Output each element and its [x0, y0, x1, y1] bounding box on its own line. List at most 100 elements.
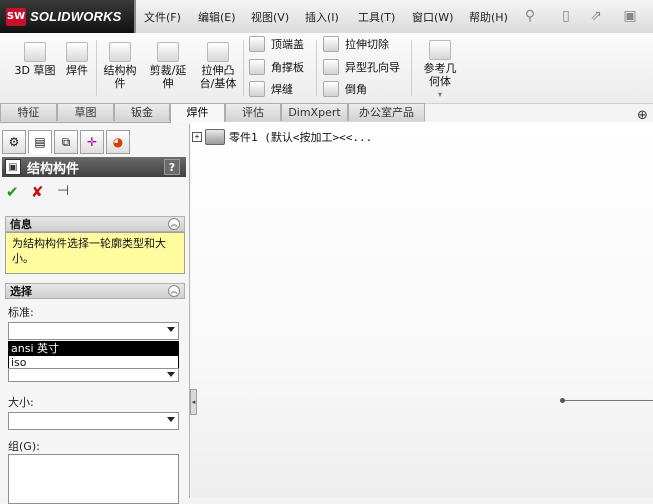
flyout-feature-tree[interactable]: + 零件1 (默认<按加工><<...: [192, 129, 372, 145]
hole-wizard-label: 异型孔向导: [345, 61, 400, 74]
weldment-label: 焊件: [66, 64, 88, 77]
end-cap-icon: [249, 36, 265, 52]
menu-insert[interactable]: 插入(I): [305, 9, 339, 25]
save-icon[interactable]: ▣: [620, 6, 640, 26]
info-message: 为结构构件选择一轮廓类型和大小。: [5, 232, 185, 274]
end-cap-button[interactable]: 顶端盖: [249, 35, 304, 53]
ok-button[interactable]: ✔: [6, 183, 19, 201]
expand-icon[interactable]: +: [192, 132, 202, 142]
chevron-down-icon: ▾: [437, 90, 442, 99]
panel-collapse-handle[interactable]: ◂: [190, 389, 197, 415]
toolbar-separator: [243, 40, 244, 96]
chamfer-icon: [323, 81, 339, 97]
menu-tools[interactable]: 工具(T): [358, 9, 395, 25]
tab-sheet-metal[interactable]: 钣金: [114, 103, 170, 121]
pin-button[interactable]: ⊣: [57, 183, 69, 199]
trim-extend-button[interactable]: 剪裁/延 伸: [146, 42, 190, 90]
chamfer-button[interactable]: 倒角: [323, 80, 400, 98]
menu-view[interactable]: 视图(V): [251, 9, 289, 25]
small-buttons-col1: 顶端盖 角撑板 焊缝: [249, 35, 304, 98]
menu-help[interactable]: 帮助(H): [469, 9, 508, 25]
type-select[interactable]: [8, 368, 179, 382]
3d-sketch-button[interactable]: 3D 草图: [12, 42, 58, 77]
solidworks-logo[interactable]: SW SOLIDWORKS: [0, 0, 134, 33]
extruded-boss-icon: [207, 42, 229, 62]
sketch-line: [562, 400, 653, 401]
tab-dimxpert[interactable]: DimXpert: [281, 103, 348, 121]
3d-sketch-label: 3D 草图: [14, 64, 56, 77]
menu-window[interactable]: 窗口(W): [412, 9, 453, 25]
chevron-down-icon: [167, 327, 175, 332]
weldment-icon: [66, 42, 88, 62]
toolbar-separator: [316, 40, 317, 96]
tab-sketch[interactable]: 草图: [57, 103, 114, 121]
selection-group-header[interactable]: 选择 ︽: [5, 283, 185, 299]
extruded-cut-label: 拉伸切除: [345, 38, 389, 51]
tab-office-products[interactable]: 办公室产品: [348, 103, 425, 121]
tab-weldments[interactable]: 焊件: [170, 103, 225, 123]
group-list[interactable]: [8, 454, 179, 504]
dimxpert-manager-tab-icon[interactable]: ✛: [80, 130, 104, 154]
display-manager-tab-icon[interactable]: ◕: [106, 130, 130, 154]
graphics-area[interactable]: [191, 122, 653, 498]
logo-separator: [134, 0, 136, 33]
zoom-to-fit-icon[interactable]: ⊕: [637, 108, 651, 123]
weld-bead-button[interactable]: 焊缝: [249, 80, 304, 98]
cancel-button[interactable]: ✘: [31, 183, 44, 201]
structural-member-icon: ▣: [5, 159, 21, 175]
small-buttons-col2: 拉伸切除 异型孔向导 倒角: [323, 35, 400, 98]
size-label: 大小:: [8, 396, 34, 409]
sketch-point: [560, 398, 565, 403]
menu-edit[interactable]: 编辑(E): [198, 9, 236, 25]
toolbar-separator: [96, 40, 97, 96]
open-document-icon[interactable]: ⇗: [586, 6, 606, 26]
standard-dropdown-list[interactable]: ansi 英寸 iso: [8, 341, 179, 371]
structural-member-button[interactable]: 结构构 件: [100, 42, 140, 90]
info-group-header[interactable]: 信息 ︽: [5, 216, 185, 232]
extruded-boss-button[interactable]: 拉伸凸 台/基体: [196, 42, 240, 90]
hole-wizard-icon: [323, 59, 339, 75]
part-label: 零件1 (默认<按加工><<...: [229, 131, 373, 144]
page-title: 结构构件: [27, 161, 80, 177]
configuration-manager-tab-icon[interactable]: ⧉: [54, 130, 78, 154]
collapse-icon[interactable]: ︽: [168, 218, 180, 230]
extruded-cut-icon: [323, 36, 339, 52]
new-document-icon[interactable]: ▯: [556, 6, 576, 26]
tab-features[interactable]: 特征: [0, 103, 57, 121]
size-select[interactable]: [8, 412, 179, 430]
gusset-button[interactable]: 角撑板: [249, 58, 304, 76]
dropdown-option[interactable]: ansi 英寸: [9, 342, 178, 356]
pin-menu-icon[interactable]: ⚲: [520, 6, 540, 26]
structural-member-icon: [109, 42, 131, 62]
hole-wizard-button[interactable]: 异型孔向导: [323, 58, 400, 76]
trim-extend-icon: [157, 42, 179, 62]
tab-evaluate[interactable]: 评估: [225, 103, 281, 121]
part-icon: [205, 129, 225, 145]
reference-geometry-icon: [429, 40, 451, 60]
weld-bead-icon: [249, 81, 265, 97]
help-button[interactable]: ?: [164, 159, 180, 175]
end-cap-label: 顶端盖: [271, 38, 304, 51]
standard-label: 标准:: [8, 306, 34, 319]
sw-logo-icon: SW: [6, 7, 26, 26]
chamfer-label: 倒角: [345, 83, 367, 96]
gusset-label: 角撑板: [271, 61, 304, 74]
info-group-title: 信息: [10, 218, 32, 231]
reference-geometry-button[interactable]: 参考几 何体 ▾: [418, 40, 462, 101]
group-label: 组(G):: [8, 440, 40, 453]
weld-bead-label: 焊缝: [271, 83, 293, 96]
extruded-cut-button[interactable]: 拉伸切除: [323, 35, 400, 53]
menu-file[interactable]: 文件(F): [144, 9, 181, 25]
3d-sketch-icon: [24, 42, 46, 62]
weldment-button[interactable]: 焊件: [62, 42, 92, 77]
structural-member-label: 结构构 件: [103, 64, 137, 90]
toolbar-separator: [411, 40, 412, 96]
standard-select[interactable]: [8, 322, 179, 340]
property-manager-tab-icon[interactable]: ▤: [28, 130, 52, 154]
property-manager-header: ▣ 结构构件 ?: [2, 157, 186, 177]
reference-geometry-label: 参考几 何体: [423, 62, 457, 88]
chevron-down-icon: [167, 417, 175, 422]
feature-manager-tab-icon[interactable]: ⚙: [2, 130, 26, 154]
gusset-icon: [249, 59, 265, 75]
collapse-icon[interactable]: ︽: [168, 285, 180, 297]
